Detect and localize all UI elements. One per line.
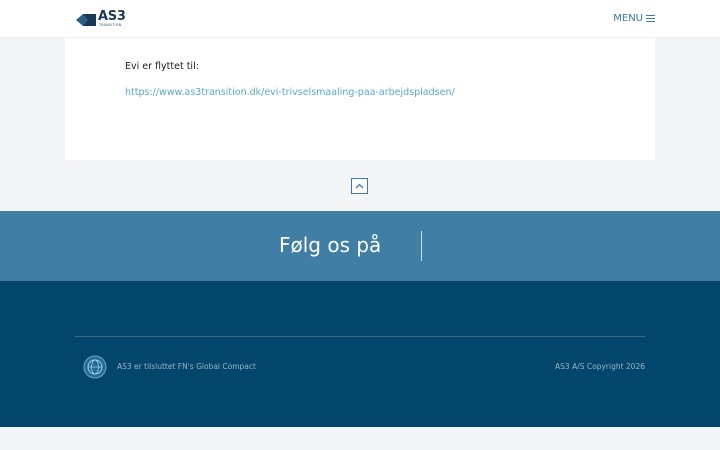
- back-to-top-button[interactable]: [351, 178, 368, 194]
- hamburger-icon: [646, 15, 655, 22]
- site-footer: AS3 er tilsluttet FN's Global Compact AS…: [0, 281, 720, 427]
- moved-notice: Evi er flyttet til:: [125, 61, 199, 72]
- as3-logo-icon: [76, 14, 96, 26]
- global-compact-text: AS3 er tilsluttet FN's Global Compact: [117, 362, 256, 371]
- footer-divider: [75, 336, 645, 337]
- as3-logo[interactable]: AS3 TRANSITION: [76, 9, 126, 30]
- chevron-up-icon: [355, 183, 364, 189]
- site-header: AS3 TRANSITION MENU: [0, 0, 720, 38]
- follow-divider: [421, 231, 422, 261]
- logo-subtext: TRANSITION: [99, 23, 122, 27]
- menu-button[interactable]: MENU: [613, 13, 655, 24]
- follow-us-title: Følg os på: [279, 233, 382, 257]
- main-content: Evi er flyttet til: https://www.as3trans…: [65, 38, 655, 160]
- follow-us-section: Følg os på: [0, 211, 720, 281]
- un-global-compact-icon[interactable]: [83, 355, 107, 379]
- copyright-text: AS3 A/S Copyright 2026: [555, 362, 645, 371]
- menu-label: MENU: [613, 13, 643, 24]
- bottom-strip: [0, 427, 720, 450]
- logo-text: AS3: [98, 9, 126, 24]
- moved-link[interactable]: https://www.as3transition.dk/evi-trivsel…: [125, 87, 455, 98]
